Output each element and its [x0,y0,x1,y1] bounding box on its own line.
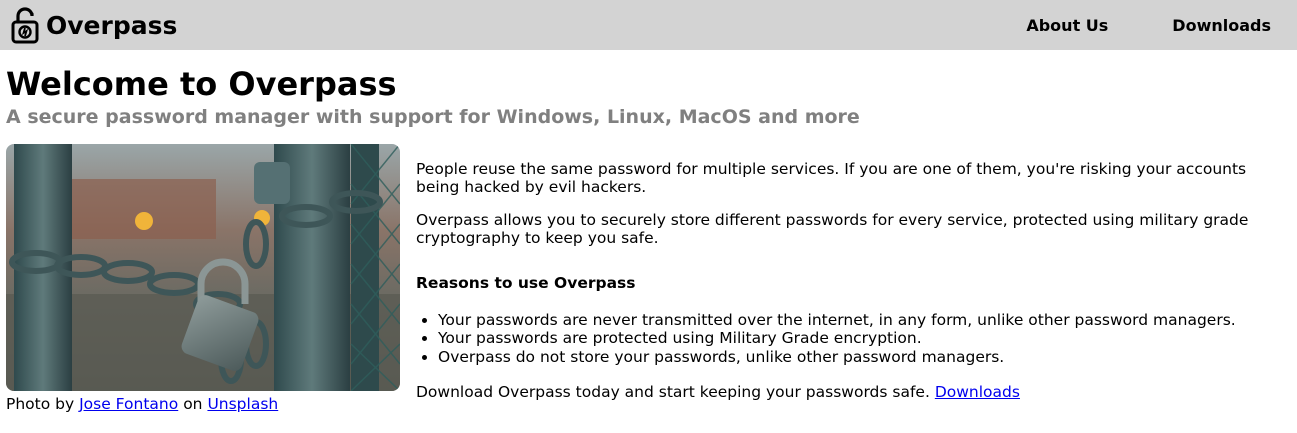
photo-credit: Photo by Jose Fontano on Unsplash [6,395,400,413]
cta-paragraph: Download Overpass today and start keepin… [416,383,1286,402]
hero: Welcome to Overpass A secure password ma… [0,50,1297,128]
unsplash-link[interactable]: Unsplash [207,395,278,413]
nav-link-about-us[interactable]: About Us [1026,16,1108,35]
brand-link[interactable]: Overpass [10,6,177,44]
padlock-icon [11,7,39,44]
brand-name: Overpass [46,10,178,40]
list-item: Your passwords are never transmitted ove… [438,311,1286,330]
photo-column: Photo by Jose Fontano on Unsplash [6,143,400,416]
author-link[interactable]: Jose Fontano [79,395,178,413]
credit-prefix: Photo by [6,394,75,413]
list-item: Your passwords are protected using Milit… [438,329,1286,348]
text-column: People reuse the same password for multi… [416,144,1286,416]
reasons-list: Your passwords are never transmitted ove… [416,311,1286,367]
chained-gate-photo [6,143,400,391]
description-paragraph: Overpass allows you to securely store di… [416,210,1249,248]
downloads-link[interactable]: Downloads [935,383,1020,401]
page-subtitle: A secure password manager with support f… [6,105,860,128]
list-item: Overpass do not store your passwords, un… [438,348,1286,367]
intro-paragraph: People reuse the same password for multi… [416,159,1247,197]
page-title: Welcome to Overpass [6,65,397,103]
nav-link-downloads[interactable]: Downloads [1172,16,1271,35]
nav-links: About Us Downloads [1026,16,1271,35]
cta-text: Download Overpass today and start keepin… [416,383,930,402]
reasons-heading: Reasons to use Overpass [416,273,636,292]
navbar: Overpass About Us Downloads [0,0,1297,50]
credit-middle: on [183,394,203,413]
main-content: Photo by Jose Fontano on Unsplash People… [0,143,1297,416]
